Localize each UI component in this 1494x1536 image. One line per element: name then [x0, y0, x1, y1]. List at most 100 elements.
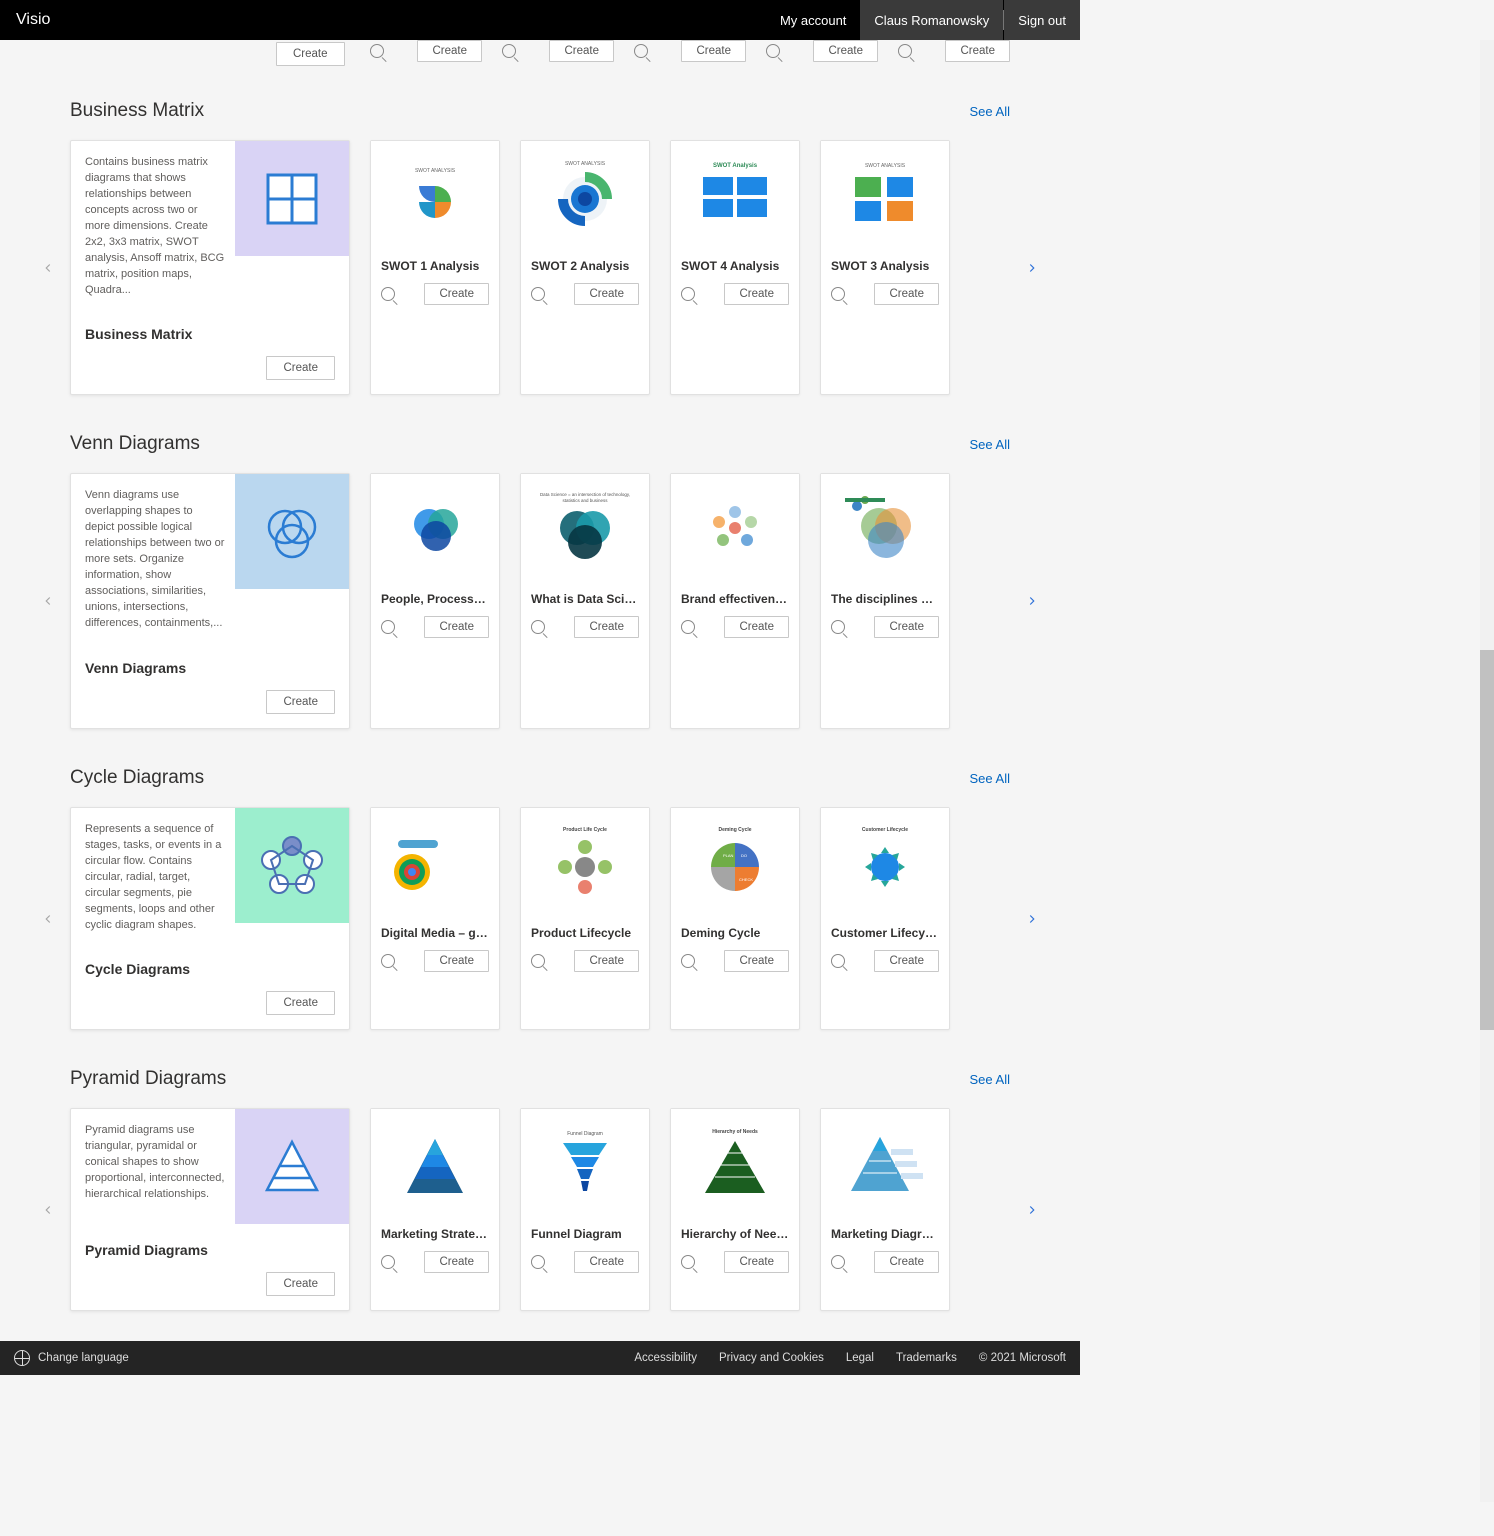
- create-button[interactable]: Create: [874, 283, 939, 305]
- zoom-icon[interactable]: [381, 287, 395, 301]
- carousel-next[interactable]: [1020, 256, 1044, 280]
- sign-out-link[interactable]: Sign out: [1004, 0, 1080, 40]
- zoom-icon[interactable]: [831, 954, 845, 968]
- carousel-prev[interactable]: [36, 589, 60, 613]
- zoom-icon[interactable]: [531, 620, 545, 634]
- template-card[interactable]: SWOT ANALYSIS SWOT 2 Analysis Create: [520, 140, 650, 395]
- template-title: SWOT 1 Analysis: [371, 249, 499, 277]
- footer-link[interactable]: Accessibility: [634, 1352, 697, 1364]
- carousel-next[interactable]: [1020, 907, 1044, 931]
- create-button[interactable]: Create: [574, 616, 639, 638]
- create-button[interactable]: Create: [424, 616, 489, 638]
- category-card[interactable]: Contains business matrix diagrams that s…: [70, 140, 350, 395]
- zoom-icon[interactable]: [831, 287, 845, 301]
- create-button[interactable]: Create: [724, 616, 789, 638]
- zoom-icon[interactable]: [831, 1255, 845, 1269]
- category-card[interactable]: Pyramid diagrams use triangular, pyramid…: [70, 1108, 350, 1311]
- zoom-icon[interactable]: [370, 44, 384, 58]
- create-button[interactable]: Create: [266, 690, 335, 714]
- create-button[interactable]: Create: [724, 283, 789, 305]
- create-button[interactable]: Create: [681, 40, 746, 62]
- carousel-prev[interactable]: [36, 907, 60, 931]
- zoom-icon[interactable]: [531, 1255, 545, 1269]
- template-card[interactable]: Hierarchy of Needs Hierarchy of Needs Di…: [670, 1108, 800, 1311]
- create-button[interactable]: Create: [724, 950, 789, 972]
- create-button[interactable]: Create: [266, 991, 335, 1015]
- zoom-icon[interactable]: [531, 954, 545, 968]
- carousel-prev[interactable]: [36, 256, 60, 280]
- create-button[interactable]: Create: [424, 950, 489, 972]
- create-button[interactable]: Create: [266, 356, 335, 380]
- create-button[interactable]: Create: [874, 1251, 939, 1273]
- zoom-icon[interactable]: [531, 287, 545, 301]
- my-account-link[interactable]: My account: [766, 0, 860, 40]
- create-button[interactable]: Create: [945, 40, 1010, 62]
- template-card[interactable]: SWOT ANALYSIS SWOT 1 Analysis Create: [370, 140, 500, 395]
- see-all-link[interactable]: See All: [970, 104, 1010, 119]
- template-card[interactable]: Marketing Strategy Diag... Create: [370, 1108, 500, 1311]
- zoom-icon[interactable]: [681, 1255, 695, 1269]
- template-card[interactable]: SWOT ANALYSIS SWOT 3 Analysis Create: [820, 140, 950, 395]
- zoom-icon[interactable]: [831, 620, 845, 634]
- zoom-icon[interactable]: [681, 287, 695, 301]
- create-button[interactable]: Create: [276, 42, 345, 66]
- zoom-icon[interactable]: [681, 620, 695, 634]
- template-card[interactable]: People, Process and tech... Create: [370, 473, 500, 728]
- create-button[interactable]: Create: [424, 283, 489, 305]
- footer-link[interactable]: Legal: [846, 1352, 874, 1364]
- zoom-icon[interactable]: [381, 954, 395, 968]
- create-button[interactable]: Create: [874, 950, 939, 972]
- template-thumb: [821, 1109, 949, 1217]
- zoom-icon[interactable]: [766, 44, 780, 58]
- zoom-icon[interactable]: [502, 44, 516, 58]
- zoom-icon[interactable]: [634, 44, 648, 58]
- create-button[interactable]: Create: [549, 40, 614, 62]
- see-all-link[interactable]: See All: [970, 1072, 1010, 1087]
- scrollbar-thumb[interactable]: [1480, 650, 1494, 1030]
- zoom-icon[interactable]: [898, 44, 912, 58]
- create-button[interactable]: Create: [724, 1251, 789, 1273]
- carousel-next[interactable]: [1020, 589, 1044, 613]
- create-button[interactable]: Create: [574, 1251, 639, 1273]
- footer-link[interactable]: Privacy and Cookies: [719, 1352, 824, 1364]
- create-button[interactable]: Create: [574, 283, 639, 305]
- section-cycle: Cycle Diagrams See All Represents a sequ…: [70, 767, 1010, 1031]
- zoom-icon[interactable]: [381, 620, 395, 634]
- footer-link[interactable]: Trademarks: [896, 1352, 957, 1364]
- zoom-icon[interactable]: [381, 1255, 395, 1269]
- template-thumb: [371, 474, 499, 582]
- template-card[interactable]: Funnel Diagram Funnel Diagram Create: [520, 1108, 650, 1311]
- template-card[interactable]: Deming CyclePLANDOCHECK Deming Cycle Cre…: [670, 807, 800, 1031]
- create-button[interactable]: Create: [813, 40, 878, 62]
- see-all-link[interactable]: See All: [970, 437, 1010, 452]
- footer-link[interactable]: © 2021 Microsoft: [979, 1352, 1066, 1364]
- template-row: Venn diagrams use overlapping shapes to …: [70, 473, 1010, 728]
- carousel-prev[interactable]: [36, 1198, 60, 1222]
- category-card[interactable]: Venn diagrams use overlapping shapes to …: [70, 473, 350, 728]
- change-language[interactable]: Change language: [14, 1350, 129, 1366]
- template-row: Represents a sequence of stages, tasks, …: [70, 807, 1010, 1031]
- create-button[interactable]: Create: [574, 950, 639, 972]
- user-name[interactable]: Claus Romanowsky: [860, 0, 1003, 40]
- template-card[interactable]: Digital Media – getting ... Create: [370, 807, 500, 1031]
- template-card[interactable]: Marketing Diagram Create: [820, 1108, 950, 1311]
- template-card[interactable]: SWOT Analysis SWOT 4 Analysis Create: [670, 140, 800, 395]
- template-card[interactable]: Brand effectiveness Create: [670, 473, 800, 728]
- see-all-link[interactable]: See All: [970, 771, 1010, 786]
- create-button[interactable]: Create: [874, 616, 939, 638]
- category-card[interactable]: Represents a sequence of stages, tasks, …: [70, 807, 350, 1031]
- carousel-next[interactable]: [1020, 1198, 1044, 1222]
- template-card[interactable]: Customer Lifecycle Customer Lifecycle Cr…: [820, 807, 950, 1031]
- create-button[interactable]: Create: [417, 40, 482, 62]
- template-thumb: [821, 474, 949, 582]
- svg-text:DO: DO: [741, 853, 747, 858]
- zoom-icon[interactable]: [681, 954, 695, 968]
- scrollbar-track[interactable]: [1480, 40, 1494, 1502]
- template-card[interactable]: Product Life Cycle Product Lifecycle Cre…: [520, 807, 650, 1031]
- template-card[interactable]: The disciplines of User E... Create: [820, 473, 950, 728]
- category-title: Venn Diagrams: [71, 642, 349, 682]
- create-button[interactable]: Create: [424, 1251, 489, 1273]
- create-button[interactable]: Create: [266, 1272, 335, 1296]
- template-title: What is Data Science?: [521, 582, 649, 610]
- template-card[interactable]: Data Science = an intersection of techno…: [520, 473, 650, 728]
